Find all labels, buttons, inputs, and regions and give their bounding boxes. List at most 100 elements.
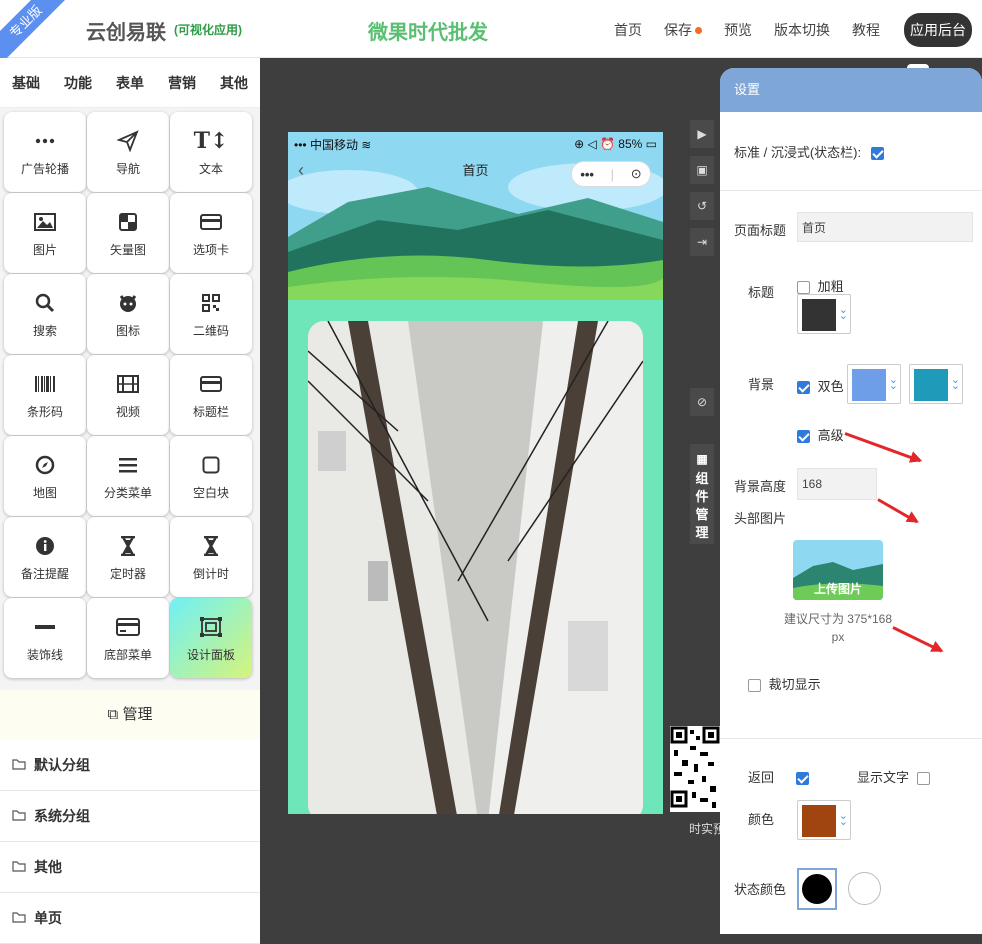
tab-other[interactable]: 其他 — [220, 73, 248, 93]
component-manager-label: 组件管理 — [695, 471, 709, 540]
hourglass-icon — [120, 533, 136, 559]
component-tile[interactable]: 广告轮播 — [4, 112, 86, 192]
nav-tutorial[interactable]: 教程 — [852, 20, 880, 40]
crop-row: 裁切显示 — [748, 674, 821, 693]
status-color-black-option[interactable] — [797, 868, 837, 910]
phone-status-bar: ••• 中国移动 ≋ ⊕ ◁ ⏰ 85% ▭ — [288, 132, 663, 156]
show-text-checkbox[interactable] — [916, 772, 930, 786]
header-image-label: 头部图片 — [734, 511, 787, 526]
bg-height-input[interactable]: 168 — [797, 468, 877, 500]
component-tile[interactable]: 装饰线 — [4, 598, 86, 678]
component-tile[interactable]: 定时器 — [87, 517, 169, 597]
manage-label: 管理 — [122, 706, 153, 723]
sign-in-icon: ⇥ — [696, 235, 708, 249]
bold-checkbox[interactable] — [797, 281, 810, 295]
hide-tool-button[interactable]: ⊘ — [690, 388, 714, 416]
component-tile[interactable]: 倒计时 — [170, 517, 252, 597]
component-tile[interactable]: 设计面板 — [170, 598, 252, 678]
black-circle-icon — [802, 874, 832, 904]
mini-program-capsule[interactable]: ••• | ⊙ — [571, 161, 651, 187]
component-grid: 广告轮播 导航 T↕ 文本 图片 矢量图 选项卡 搜索 图标 二维码 条形码 视频… — [4, 112, 256, 679]
image-tool-button[interactable]: ▣ — [690, 156, 714, 184]
crop-checkbox[interactable] — [748, 679, 761, 693]
component-tile[interactable]: 搜索 — [4, 274, 86, 354]
divider — [720, 190, 982, 191]
nav-home[interactable]: 首页 — [614, 20, 642, 40]
manage-button[interactable]: ⧉ 管理 — [0, 690, 260, 740]
paper-plane-icon — [117, 128, 139, 154]
component-tile[interactable]: 图标 — [87, 274, 169, 354]
chevron-down-icon: ⌄ ⌄ — [888, 374, 898, 392]
folder-icon — [12, 808, 26, 824]
component-tile[interactable]: 标题栏 — [170, 355, 252, 435]
phone-preview[interactable]: ••• 中国移动 ≋ ⊕ ◁ ⏰ 85% ▭ ‹ 首页 ••• | ⊙ — [288, 132, 663, 814]
tab-marketing[interactable]: 营销 — [168, 73, 196, 93]
github-icon — [118, 290, 138, 316]
component-manager-button[interactable]: ▦ 组件管理 — [690, 444, 714, 544]
nav-preview[interactable]: 预览 — [724, 20, 752, 40]
component-tile[interactable]: 空白块 — [170, 436, 252, 516]
brand-subtitle: (可视化应用) — [174, 23, 242, 37]
bg-label: 背景 — [748, 377, 775, 392]
component-tile[interactable]: 底部菜单 — [87, 598, 169, 678]
group-item[interactable]: 默认分组 — [0, 740, 260, 791]
text-size-icon: T↕ — [193, 127, 229, 154]
component-tile[interactable]: 条形码 — [4, 355, 86, 435]
history-tool-button[interactable]: ↺ — [690, 192, 714, 220]
component-tile[interactable]: 二维码 — [170, 274, 252, 354]
login-tool-button[interactable]: ⇥ — [690, 228, 714, 256]
component-tile[interactable]: 视频 — [87, 355, 169, 435]
dual-color-checkbox[interactable] — [797, 381, 810, 395]
component-label: 矢量图 — [109, 242, 146, 257]
title-color-swatch — [802, 299, 836, 331]
component-tile[interactable]: 备注提醒 — [4, 517, 86, 597]
bg-color-picker-1[interactable]: ⌄ ⌄ — [847, 364, 901, 404]
status-color-label: 状态颜色 — [734, 882, 787, 897]
group-item[interactable]: 系统分组 — [0, 791, 260, 842]
component-label: 视频 — [115, 404, 140, 419]
statusbar-checkbox[interactable] — [870, 147, 884, 161]
tab-basic[interactable]: 基础 — [12, 73, 40, 93]
status-color-white-option[interactable] — [848, 872, 881, 905]
component-tile[interactable]: 图片 — [4, 193, 86, 273]
square-icon — [202, 452, 220, 478]
group-label: 默认分组 — [34, 757, 90, 773]
advanced-checkbox[interactable] — [797, 430, 810, 444]
settings-title: 设置 — [720, 68, 982, 112]
chevron-down-icon: ⌄ ⌄ — [838, 810, 848, 828]
component-tile[interactable]: 矢量图 — [87, 193, 169, 273]
advanced-label: 高级 — [817, 428, 844, 443]
app-admin-button[interactable]: 应用后台 — [904, 13, 972, 47]
nav-version-switch[interactable]: 版本切换 — [774, 20, 830, 40]
group-item[interactable]: 单页 — [0, 893, 260, 944]
back-checkbox[interactable] — [795, 772, 809, 786]
component-tile[interactable]: 分类菜单 — [87, 436, 169, 516]
component-tile[interactable]: T↕ 文本 — [170, 112, 252, 192]
bg-height-label: 背景高度 — [734, 479, 787, 494]
alley-photo — [308, 321, 643, 814]
bg-color-picker-2[interactable]: ⌄ ⌄ — [909, 364, 963, 404]
component-tile[interactable]: 选项卡 — [170, 193, 252, 273]
component-label: 地图 — [32, 485, 57, 500]
title-label: 标题 — [748, 285, 775, 300]
settings-panel: 设置 标准 / 沉浸式(状态栏): 页面标题 首页 标题 加粗 ⌄ ⌄ 背景 双色… — [720, 68, 982, 934]
nav-save[interactable]: 保存 — [664, 20, 702, 40]
group-label: 其他 — [34, 859, 62, 875]
component-label: 空白块 — [192, 485, 229, 500]
title-color-picker[interactable]: ⌄ ⌄ — [797, 294, 851, 334]
component-tile[interactable]: 导航 — [87, 112, 169, 192]
group-item[interactable]: 其他 — [0, 842, 260, 893]
tab-function[interactable]: 功能 — [64, 73, 92, 93]
back-color-picker[interactable]: ⌄ ⌄ — [797, 800, 851, 840]
back-row: 返回 — [748, 767, 809, 786]
component-tile[interactable]: 地图 — [4, 436, 86, 516]
close-target-icon[interactable]: ⊙ — [631, 166, 642, 182]
folder-icon — [12, 859, 26, 875]
crop-label: 裁切显示 — [768, 677, 821, 692]
tab-form[interactable]: 表单 — [116, 73, 144, 93]
bg-color-swatch-1 — [852, 369, 886, 401]
page-title-input[interactable]: 首页 — [797, 212, 973, 242]
upload-image-button[interactable]: 上传图片 — [793, 540, 883, 600]
expand-tool-button[interactable]: ▶ — [690, 120, 714, 148]
more-icon[interactable]: ••• — [580, 167, 594, 182]
